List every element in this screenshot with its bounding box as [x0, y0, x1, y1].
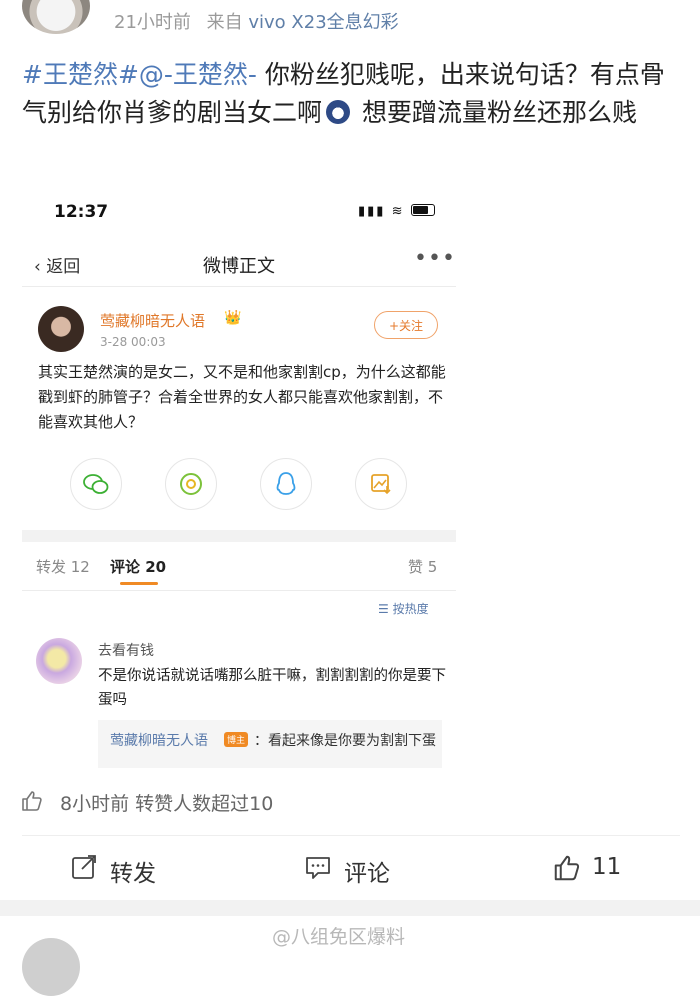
tab-comment[interactable]: 评论 20 [110, 556, 166, 577]
husky-emoji-icon [326, 100, 351, 124]
divider [22, 590, 456, 591]
save-image-icon [371, 474, 391, 495]
divider [22, 286, 456, 287]
wechat-share-button[interactable] [70, 458, 122, 510]
post-text-2: 想要蹭流量粉丝还那么贱 [354, 98, 637, 127]
topic-link[interactable]: #王楚然#@-王楚然- [22, 60, 257, 89]
reply-text: ：看起来像是你要为割割下蛋 [254, 733, 436, 749]
post-body: #王楚然#@-王楚然- 你粉丝犯贱呢，出来说句话？有点骨气别给你肖爹的剧当女二啊… [22, 56, 682, 132]
author-time: 3-28 00:03 [100, 335, 166, 349]
battery-icon [410, 204, 435, 216]
embedded-screenshot[interactable]: 12:37 ▮▮▮ ≋ ‹ 返回 微博正文 ••• 莺藏柳暗无人语 👑 3-28… [22, 190, 456, 768]
tab-repost[interactable]: 转发 12 [36, 556, 90, 577]
author-avatar[interactable] [38, 306, 84, 352]
save-image-button[interactable] [355, 458, 407, 510]
status-icons: ▮▮▮ ≋ [358, 204, 435, 219]
from-label: 来自 [206, 12, 243, 33]
like-count[interactable]: 11 [592, 854, 621, 880]
reply-author[interactable]: 莺藏柳暗无人语 [110, 730, 208, 750]
more-icon[interactable]: ••• [414, 246, 456, 271]
follow-button[interactable]: +关注 [374, 311, 438, 339]
wechat-icon [83, 474, 109, 494]
post-meta: 21小时前 来自 vivo X23全息幻彩 [114, 8, 399, 34]
author-name[interactable]: 莺藏柳暗无人语 [100, 310, 205, 331]
commenter-avatar[interactable] [36, 638, 82, 684]
signal-wifi-icon: ▮▮▮ ≋ [358, 204, 405, 219]
comment-button[interactable]: 评论 [344, 854, 390, 888]
section-separator [22, 530, 456, 542]
sort-icon: ☰ [378, 602, 389, 616]
comment-text: 不是你说话就说话嘴那么脏干嘛，割割割割的你是要下蛋吗 [98, 668, 446, 708]
commenter-name[interactable]: 去看有钱 [98, 640, 154, 660]
device-source[interactable]: vivo X23全息幻彩 [248, 12, 398, 33]
embedded-post-text: 其实王楚然演的是女二，又不是和他家割割cp，为什么这都能戳到虾的肺管子？合着全世… [38, 363, 446, 431]
reply-preview[interactable]: 莺藏柳暗无人语 博主 ：看起来像是你要为割割下蛋 [98, 720, 442, 768]
status-time: 12:37 [54, 202, 109, 222]
author-badge: 博主 [224, 732, 249, 747]
sort-by-hot-button[interactable]: ☰ 按热度 [378, 600, 429, 617]
post-time: 21小时前 [114, 12, 191, 33]
moments-icon [180, 473, 202, 495]
moments-share-button[interactable] [165, 458, 217, 510]
repost-button[interactable]: 转发 [110, 854, 156, 888]
crown-icon: 👑 [224, 310, 242, 326]
qq-icon [276, 472, 296, 495]
comment-icon[interactable] [304, 853, 332, 885]
like-info: 8小时前 转赞人数超过10 [60, 793, 274, 815]
thumbs-up-icon [20, 789, 44, 817]
nav-title: 微博正文 [203, 256, 275, 277]
watermark: @八组免区爆料 [272, 926, 406, 948]
active-tab-indicator [120, 582, 158, 585]
sort-label: 按热度 [392, 602, 429, 616]
qq-share-button[interactable] [260, 458, 312, 510]
like-icon[interactable] [552, 853, 582, 887]
next-post-avatar[interactable] [22, 938, 80, 996]
repost-icon[interactable] [70, 853, 98, 885]
divider [22, 835, 680, 836]
tab-like[interactable]: 赞 5 [408, 556, 437, 577]
user-avatar[interactable] [22, 0, 90, 34]
